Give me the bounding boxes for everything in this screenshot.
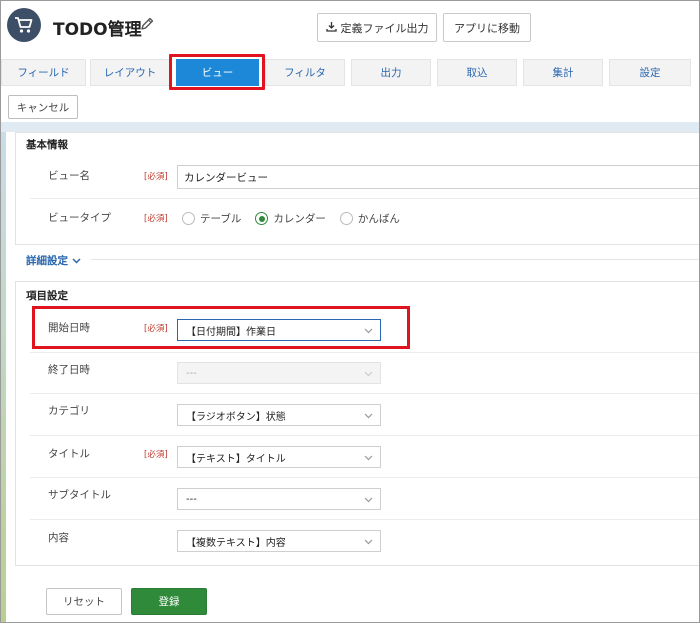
end-date-label: 終了日時	[48, 364, 90, 376]
required-mark: [必須]	[144, 450, 168, 460]
chevron-down-icon	[364, 453, 373, 464]
app-header: TODO管理 定義ファイル出力 アプリに移動	[1, 1, 699, 55]
subtitle-label: サブタイトル	[48, 489, 111, 501]
reset-button[interactable]: リセット	[46, 588, 122, 615]
view-name-label: ビュー名	[48, 170, 90, 182]
field-settings-title: 項目設定	[26, 290, 68, 302]
end-date-select: ---	[177, 362, 381, 384]
radio-kanban[interactable]: かんばん	[339, 211, 400, 226]
row-divider	[30, 519, 699, 520]
start-date-label: 開始日時	[48, 322, 90, 334]
tab-output[interactable]: 出力	[351, 59, 431, 86]
detail-settings-toggle[interactable]: 詳細設定	[26, 253, 81, 268]
background-strip	[1, 122, 699, 132]
export-definition-button[interactable]: 定義ファイル出力	[317, 13, 437, 42]
detail-settings-label: 詳細設定	[26, 255, 68, 267]
row-divider	[30, 198, 699, 199]
view-name-input[interactable]: カレンダービュー	[177, 165, 699, 189]
required-mark: [必須]	[144, 172, 168, 182]
row-divider	[30, 352, 699, 353]
tab-layout[interactable]: レイアウト	[90, 59, 170, 86]
chevron-down-icon	[364, 495, 373, 506]
title-select[interactable]: 【テキスト】タイトル	[177, 446, 381, 468]
radio-circle[interactable]	[182, 212, 195, 225]
category-label: カテゴリ	[48, 405, 90, 417]
view-type-radio-group: テーブル カレンダー かんばん	[182, 211, 414, 226]
start-date-select[interactable]: 【日付期間】作業日	[177, 319, 381, 341]
pencil-icon[interactable]	[139, 16, 155, 35]
subtitle-select[interactable]: ---	[177, 488, 381, 510]
basic-info-panel: 基本情報 ビュー名 [必須] カレンダービュー ビュータイプ [必須] テーブル…	[15, 132, 699, 245]
app-window: TODO管理 定義ファイル出力 アプリに移動 フィールド レイアウト ビュー フ…	[0, 0, 700, 623]
radio-calendar-label: カレンダー	[273, 213, 326, 225]
required-mark: [必須]	[144, 324, 168, 334]
view-type-label: ビュータイプ	[48, 212, 111, 224]
goto-app-button[interactable]: アプリに移動	[443, 13, 531, 42]
row-divider	[30, 477, 699, 478]
content-value: 【複数テキスト】内容	[186, 537, 286, 549]
subtitle-value: ---	[186, 493, 197, 505]
radio-circle[interactable]	[339, 212, 353, 225]
radio-circle-selected[interactable]	[255, 212, 269, 225]
field-settings-panel: 項目設定 開始日時 [必須] 【日付期間】作業日 終了日時 --- カテゴリ 【…	[15, 281, 699, 566]
required-mark: [必須]	[144, 214, 168, 224]
title-label: タイトル	[48, 448, 90, 460]
content-label: 内容	[48, 532, 69, 544]
detail-divider	[91, 259, 699, 260]
tab-import[interactable]: 取込	[437, 59, 517, 86]
category-value: 【ラジオボタン】状態	[186, 411, 286, 423]
radio-table-label: テーブル	[200, 213, 242, 225]
export-definition-label: 定義ファイル出力	[340, 21, 429, 35]
cart-icon	[7, 8, 41, 42]
download-icon	[325, 21, 337, 35]
app-title: TODO管理	[53, 20, 142, 40]
content-select[interactable]: 【複数テキスト】内容	[177, 530, 381, 552]
start-date-value: 【日付期間】作業日	[186, 326, 276, 338]
radio-calendar[interactable]: カレンダー	[255, 211, 326, 226]
tab-settings[interactable]: 設定	[609, 59, 691, 86]
row-divider	[30, 435, 699, 436]
cancel-button[interactable]: キャンセル	[8, 95, 78, 119]
end-date-value: ---	[186, 367, 197, 379]
chevron-down-icon	[364, 537, 373, 548]
tab-filter[interactable]: フィルタ	[265, 59, 345, 86]
basic-info-title: 基本情報	[26, 139, 68, 151]
tab-bar: フィールド レイアウト ビュー フィルタ 出力 取込 集計 設定	[1, 59, 699, 87]
view-settings-form: 基本情報 ビュー名 [必須] カレンダービュー ビュータイプ [必須] テーブル…	[6, 132, 699, 622]
chevron-down-icon	[364, 369, 373, 380]
tab-fields[interactable]: フィールド	[1, 59, 86, 86]
radio-table[interactable]: テーブル	[182, 211, 241, 226]
title-value: 【テキスト】タイトル	[186, 453, 286, 465]
tab-aggregate[interactable]: 集計	[523, 59, 603, 86]
chevron-down-icon	[72, 255, 81, 267]
category-select[interactable]: 【ラジオボタン】状態	[177, 404, 381, 426]
chevron-down-icon	[364, 411, 373, 422]
chevron-down-icon	[364, 326, 373, 337]
tab-view[interactable]: ビュー	[176, 59, 259, 86]
row-divider	[30, 393, 699, 394]
submit-button[interactable]: 登録	[131, 588, 207, 615]
radio-kanban-label: かんばん	[357, 213, 400, 225]
